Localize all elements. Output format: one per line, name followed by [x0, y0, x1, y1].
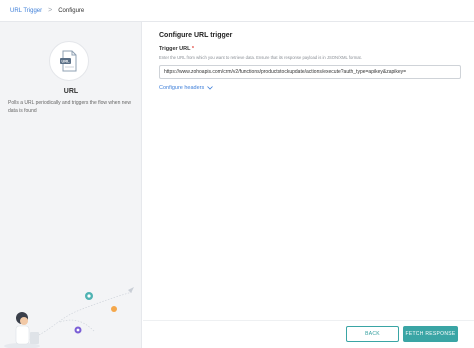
configure-panel: Configure URL trigger Trigger URL * Ente… — [143, 22, 474, 348]
flow-illustration — [4, 287, 134, 348]
trigger-url-label: Trigger URL * — [159, 46, 194, 52]
breadcrumb-parent-link[interactable]: URL Trigger — [10, 8, 42, 14]
icon-label: URL — [61, 59, 70, 64]
app-name: URL — [63, 88, 79, 95]
trigger-url-label-text: Trigger URL — [159, 46, 191, 52]
breadcrumb-current: Configure — [58, 7, 85, 14]
app-info-panel: URL URL Polls a URL periodically and tri… — [0, 22, 142, 348]
required-mark: * — [191, 46, 195, 52]
paper-plane-icon — [128, 287, 134, 293]
trigger-url-input[interactable] — [159, 65, 461, 79]
breadcrumb-separator-icon: > — [48, 7, 53, 14]
app-icon-circle: URL — [49, 41, 89, 81]
url-file-icon: URL — [60, 50, 77, 72]
orange-node-icon — [111, 306, 117, 312]
section-title: Configure URL trigger — [159, 32, 233, 39]
app-description: Polls a URL periodically and triggers th… — [8, 100, 131, 114]
chevron-down-icon — [207, 86, 214, 90]
trigger-url-hint: Enter the URL from which you want to ret… — [159, 55, 362, 60]
fetch-response-button[interactable]: FETCH RESPONSE — [403, 326, 458, 342]
breadcrumb: URL Trigger > Configure — [0, 0, 474, 22]
back-button[interactable]: BACK — [346, 326, 399, 342]
configure-headers-link[interactable]: Configure headers — [159, 85, 214, 91]
configure-headers-label: Configure headers — [159, 85, 205, 91]
footer-divider — [143, 320, 474, 321]
